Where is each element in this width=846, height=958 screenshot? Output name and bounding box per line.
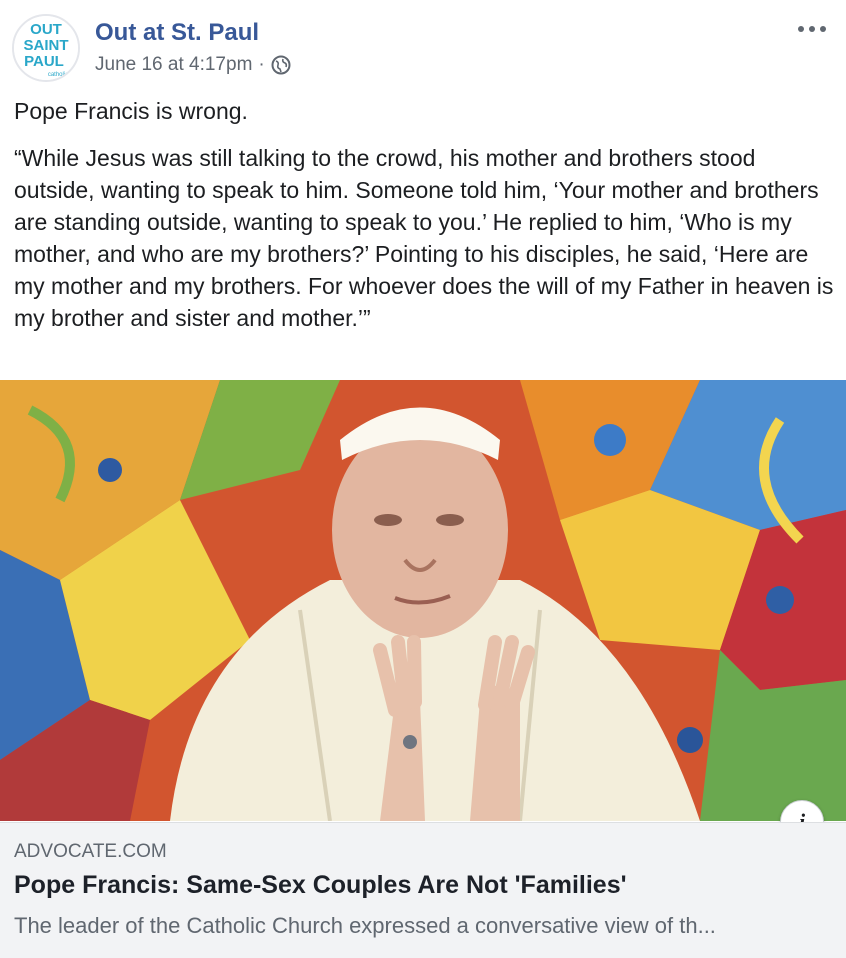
logo-text-catholic: catholic (48, 72, 68, 78)
post-text-first-line: Pope Francis is wrong. (14, 98, 248, 124)
logo-text-saint: SAINT (24, 37, 69, 54)
logo-text-out: OUT (30, 21, 62, 38)
link-title[interactable]: Pope Francis: Same-Sex Couples Are Not '… (14, 871, 627, 900)
post-text-quote: “While Jesus was still talking to the cr… (14, 145, 834, 331)
link-preview-card[interactable]: ADVOCATE.COM Pope Francis: Same-Sex Coup… (0, 822, 846, 958)
page-name-link[interactable]: Out at St. Paul (95, 19, 259, 47)
link-preview-image[interactable] (0, 380, 846, 821)
post-meta: June 16 at 4:17pm · (95, 54, 291, 76)
globe-icon[interactable] (271, 55, 291, 75)
logo-text-paul: PAUL (24, 53, 64, 70)
link-domain: ADVOCATE.COM (14, 841, 167, 862)
post-timestamp[interactable]: June 16 at 4:17pm (95, 54, 252, 76)
pope-portrait-illustration (0, 380, 846, 821)
facebook-post: OUT SAINT PAUL catholic Out at St. Paul … (0, 0, 846, 958)
meta-separator: · (258, 54, 265, 75)
out-at-st-paul-logo: OUT SAINT PAUL catholic (14, 16, 78, 80)
page-avatar[interactable]: OUT SAINT PAUL catholic (12, 14, 80, 82)
link-description: The leader of the Catholic Church expres… (14, 913, 716, 938)
more-options-icon[interactable] (796, 18, 828, 40)
